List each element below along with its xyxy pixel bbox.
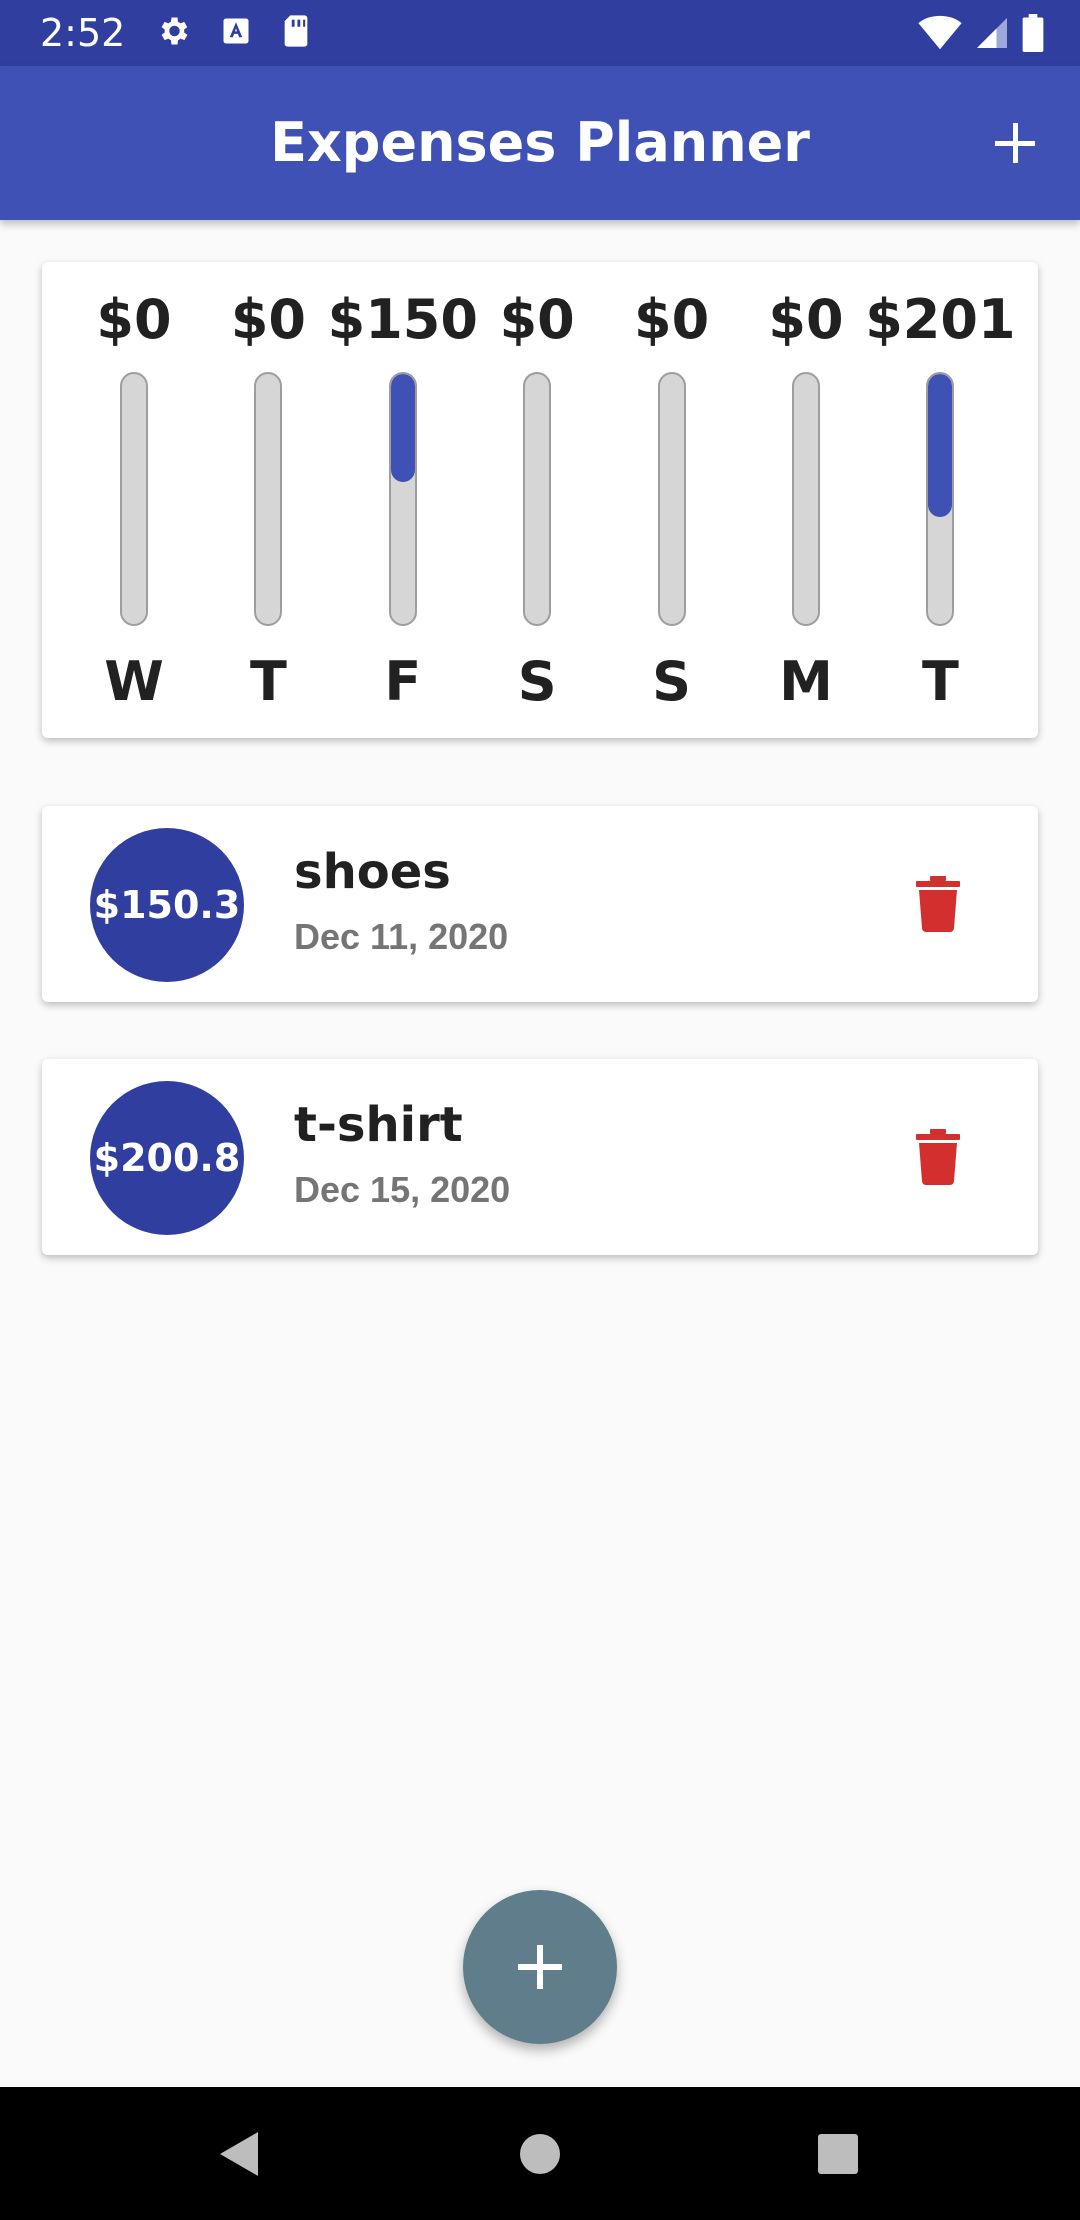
- status-time: 2:52: [40, 11, 126, 55]
- wifi-icon: [918, 15, 962, 56]
- navigation-bar: [0, 2087, 1080, 2220]
- bar-day-label: S: [517, 650, 557, 713]
- bar-day-label: S: [652, 650, 692, 713]
- bar-day-label: M: [779, 650, 833, 713]
- back-button[interactable]: [200, 2087, 280, 2220]
- weekly-chart: $0 W $0 T $150 F $0 S $0 S $0 M $201 T: [42, 262, 1038, 738]
- app-title: Expenses Planner: [270, 111, 810, 174]
- bar-amount-label: $201: [865, 288, 1016, 351]
- expense-title: t-shirt: [294, 1097, 463, 1153]
- bar-track: [926, 372, 955, 626]
- screen: 2:52 Expenses Planner $0 W $0 T $150 F $…: [0, 0, 1080, 2220]
- bar-day-label: T: [249, 650, 287, 713]
- expense-date: Dec 15, 2020: [294, 1169, 511, 1210]
- bar-fill: [390, 374, 415, 482]
- expense-date: Dec 11, 2020: [294, 916, 509, 957]
- gear-icon: [155, 13, 191, 54]
- bar-track: [792, 372, 820, 626]
- delete-button[interactable]: [916, 1129, 960, 1185]
- signal-icon: [974, 15, 1010, 56]
- bar-day-label: T: [921, 650, 959, 713]
- add-expense-button[interactable]: [980, 108, 1050, 178]
- expense-card: $150.3 shoes Dec 11, 2020: [42, 806, 1038, 1002]
- bar-track: [120, 372, 148, 626]
- bar-track: [254, 372, 283, 626]
- status-icons-left: [155, 13, 311, 54]
- sd-card-icon: [281, 14, 311, 53]
- home-icon: [520, 2133, 560, 2174]
- home-button[interactable]: [500, 2087, 580, 2220]
- app-bar: Expenses Planner: [0, 66, 1080, 220]
- back-icon: [220, 2131, 258, 2176]
- recents-button[interactable]: [798, 2087, 878, 2220]
- fab-add-button[interactable]: [463, 1890, 617, 2044]
- bar-day-label: W: [104, 650, 164, 713]
- trash-icon: [916, 1129, 960, 1185]
- expense-title: shoes: [294, 844, 451, 900]
- expense-card: $200.8 t-shirt Dec 15, 2020: [42, 1059, 1038, 1255]
- plus-icon: [518, 1945, 562, 1989]
- amount-avatar: $150.3: [90, 828, 244, 982]
- text-a-icon: [221, 16, 251, 51]
- amount-avatar: $200.8: [90, 1081, 244, 1235]
- bar-track: [657, 372, 686, 626]
- battery-icon: [1022, 14, 1044, 57]
- bar-track: [523, 372, 552, 626]
- plus-icon: [995, 123, 1035, 163]
- recents-icon: [818, 2133, 858, 2174]
- trash-icon: [916, 876, 960, 932]
- bar-track: [388, 372, 417, 626]
- delete-button[interactable]: [916, 876, 960, 932]
- bar-day-label: F: [384, 650, 422, 713]
- bar-fill: [928, 374, 953, 517]
- status-bar: 2:52: [0, 0, 1080, 66]
- chart-bar-column: $201 T: [865, 262, 1015, 738]
- status-icons-right: [918, 14, 1044, 57]
